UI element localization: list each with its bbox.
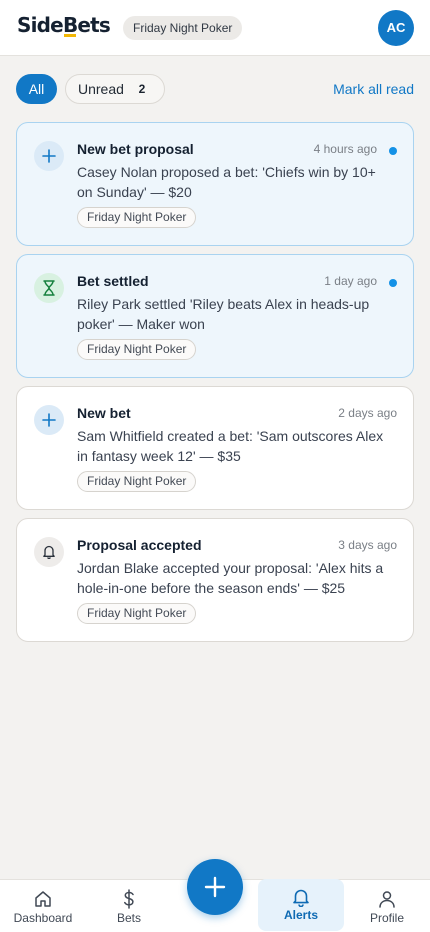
notification-body: Jordan Blake accepted your proposal: 'Al… — [77, 560, 384, 596]
nav-dashboard[interactable]: Dashboard — [0, 880, 86, 932]
notification-card[interactable]: New bet 2 days ago Sam Whitfield created… — [16, 386, 414, 510]
group-selector[interactable]: Friday Night Poker — [123, 16, 243, 40]
group-tag[interactable]: Friday Night Poker — [77, 471, 197, 492]
group-tag[interactable]: Friday Night Poker — [77, 603, 197, 624]
nav-profile-label: Profile — [369, 911, 404, 925]
nav-bets-label: Bets — [116, 911, 141, 925]
app-header: SideBets Friday Night Poker AC — [0, 0, 430, 56]
dollar-icon — [124, 889, 134, 909]
user-icon — [379, 891, 395, 908]
avatar[interactable]: AC — [378, 10, 414, 46]
logo-text-side: Side — [17, 13, 64, 37]
app-logo[interactable]: SideBets — [17, 13, 111, 37]
notification-card[interactable]: Proposal accepted 3 days ago Jordan Blak… — [16, 518, 414, 642]
unread-dot — [389, 279, 397, 287]
notification-card[interactable]: Bet settled 1 day ago Riley Park settled… — [16, 254, 414, 378]
plus-icon — [204, 876, 226, 898]
logo-text-ets: ets — [77, 13, 111, 37]
notification-time: 2 days ago — [338, 406, 397, 420]
nav-alerts-label: Alerts — [283, 908, 318, 922]
notification-time: 1 day ago — [324, 274, 377, 288]
hourglass-icon — [34, 273, 64, 303]
notification-body: Casey Nolan proposed a bet: 'Chiefs win … — [77, 164, 376, 200]
notification-title: New bet proposal — [77, 141, 194, 157]
notification-time: 4 hours ago — [313, 142, 377, 156]
nav-alerts[interactable]: Alerts — [258, 879, 344, 931]
home-icon — [35, 891, 51, 907]
logo-text-b: B — [62, 13, 78, 37]
unread-dot — [389, 147, 397, 155]
plus-icon — [34, 141, 64, 171]
nav-dashboard-label: Dashboard — [13, 911, 73, 925]
bell-icon — [34, 537, 64, 567]
nav-profile[interactable]: Profile — [344, 880, 430, 932]
filter-unread-tab[interactable]: Unread 2 — [65, 74, 165, 104]
notification-title: New bet — [77, 405, 131, 421]
unread-count-badge: 2 — [138, 82, 146, 96]
notification-time: 3 days ago — [338, 538, 397, 552]
filter-all-tab[interactable]: All — [16, 74, 57, 104]
notification-title: Bet settled — [77, 273, 149, 289]
group-tag[interactable]: Friday Night Poker — [77, 207, 197, 228]
notification-body: Sam Whitfield created a bet: 'Sam outsco… — [77, 428, 384, 464]
notification-card[interactable]: New bet proposal 4 hours ago Casey Nolan… — [16, 122, 414, 246]
mark-all-read-button[interactable]: Mark all read — [333, 80, 414, 98]
create-bet-button[interactable] — [187, 859, 243, 915]
group-tag[interactable]: Friday Night Poker — [77, 339, 197, 360]
nav-bets[interactable]: Bets — [86, 880, 172, 932]
bell-icon — [293, 889, 309, 907]
notification-body: Riley Park settled 'Riley beats Alex in … — [77, 296, 370, 332]
plus-icon — [34, 405, 64, 435]
filter-unread-label: Unread — [78, 81, 124, 97]
notification-title: Proposal accepted — [77, 537, 202, 553]
